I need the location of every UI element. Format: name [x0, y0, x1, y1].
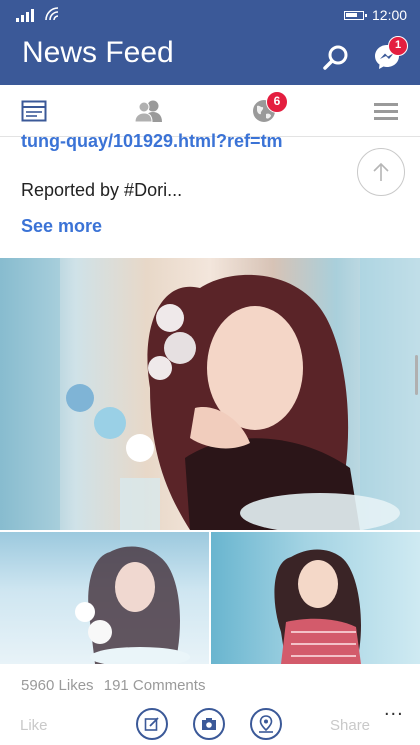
tab-notifications[interactable] [234, 85, 294, 137]
likes-count[interactable]: 5960 Likes [21, 677, 94, 694]
check-in-button[interactable] [250, 708, 282, 740]
news-feed-icon [21, 100, 47, 122]
scrollbar[interactable] [415, 355, 418, 395]
arrow-up-icon [373, 162, 389, 181]
photo-illustration [0, 258, 420, 530]
messenger-badge: 1 [388, 36, 408, 56]
post-photo-main[interactable] [0, 258, 420, 530]
share-button[interactable]: Share [330, 717, 370, 734]
notifications-badge: 6 [266, 91, 288, 113]
tab-news-feed[interactable] [4, 85, 64, 137]
page-title: News Feed [22, 36, 174, 69]
clock: 12:00 [372, 7, 408, 23]
post-stats: 5960 Likes 191 Comments [21, 677, 211, 694]
photo-illustration-left [75, 546, 190, 664]
see-more-link[interactable]: See more [21, 216, 102, 237]
more-options-button[interactable]: ... [384, 698, 404, 721]
camera-button[interactable] [193, 708, 225, 740]
search-icon[interactable] [320, 42, 352, 74]
tab-menu[interactable] [356, 85, 416, 137]
battery-icon [344, 11, 367, 20]
post-photo-right[interactable] [211, 532, 420, 664]
friends-icon [134, 100, 162, 123]
signal-icon [16, 8, 38, 22]
compose-icon [144, 717, 159, 731]
comments-count[interactable]: 191 Comments [104, 677, 206, 694]
wifi-icon [45, 7, 59, 21]
status-bar: 12:00 [0, 0, 420, 30]
post-text: Reported by #Dori... [21, 180, 183, 200]
hamburger-menu-icon [374, 103, 398, 120]
camera-icon [202, 718, 216, 730]
compose-button[interactable] [136, 708, 168, 740]
share-label: Share [330, 717, 371, 734]
header: News Feed [0, 30, 420, 85]
check-in-icon [259, 715, 273, 733]
post-photo-left[interactable] [0, 532, 209, 664]
photo-illustration-right [274, 549, 361, 664]
post-link[interactable]: tung-quay/101929.html?ref=tm [21, 131, 301, 151]
tab-bar [0, 85, 420, 137]
tab-friend-requests[interactable] [119, 85, 179, 137]
like-button[interactable]: Like [20, 717, 48, 734]
scroll-to-top-button[interactable] [357, 148, 405, 196]
like-label: Like [20, 717, 48, 734]
